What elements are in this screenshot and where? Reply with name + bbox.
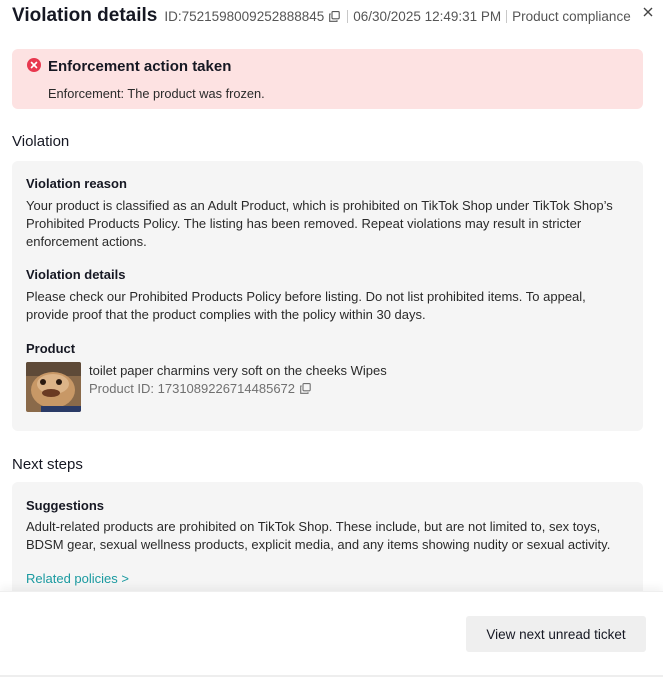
divider [347,9,349,23]
dialog-footer: View next unread ticket [0,591,663,677]
copy-icon[interactable] [300,383,311,394]
related-policies-link[interactable]: Related policies > [26,571,129,586]
divider [506,9,508,23]
product-id-row: Product ID: 1731089226714485672 [89,381,313,396]
violation-details-label: Violation details [26,267,126,282]
copy-icon[interactable] [329,10,341,22]
product-thumbnail[interactable] [26,362,81,412]
alert-title: Enforcement action taken [48,58,232,75]
ticket-category: Product compliance [512,8,631,24]
product-label: Product [26,341,76,356]
view-next-unread-ticket-button[interactable]: View next unread ticket [466,616,646,652]
close-button[interactable] [639,3,657,21]
ticket-datetime: 06/30/2025 12:49:31 PM [353,8,502,24]
next-steps-section-title: Next steps [12,456,83,473]
dialog-header: Violation details ID:7521598009252888845… [12,4,651,28]
alert-body: Enforcement: The product was frozen. [48,86,265,101]
dialog-title: Violation details [12,5,158,26]
enforcement-alert: Enforcement action taken Enforcement: Th… [12,49,643,109]
error-icon [27,58,41,72]
product-id: Product ID: 1731089226714485672 [89,381,296,396]
violation-section-title: Violation [12,133,70,150]
product-name: toilet paper charmins very soft on the c… [89,363,387,378]
violation-details-text: Please check our Prohibited Products Pol… [26,289,586,322]
close-icon[interactable] [643,7,653,17]
suggestions-text: Adult-related products are prohibited on… [26,519,611,552]
violation-reason-text: Your product is classified as an Adult P… [26,198,613,249]
ticket-id: ID:7521598009252888845 [164,8,325,24]
violation-reason-label: Violation reason [26,176,127,191]
violation-card: Violation reason Your product is classif… [12,161,643,431]
suggestions-label: Suggestions [26,498,105,513]
ticket-meta: ID:7521598009252888845 06/30/2025 12:49:… [164,9,630,24]
